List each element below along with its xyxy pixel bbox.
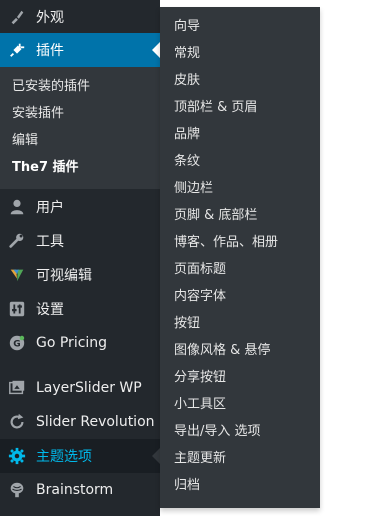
flyout-buttons[interactable]: 按钮 <box>174 310 200 337</box>
flyout-general[interactable]: 常规 <box>174 40 200 67</box>
menu-theme-options-label: 主题选项 <box>36 449 92 465</box>
menu-users-label: 用户 <box>36 200 64 216</box>
submenu-editor[interactable]: 编辑 <box>12 128 38 154</box>
flyout-stripes[interactable]: 条纹 <box>174 148 200 175</box>
flyout-export-import-options[interactable]: 导出/导入 选项 <box>174 418 261 445</box>
menu-appearance[interactable]: 外观 <box>0 0 160 34</box>
menu-tools[interactable]: 工具 <box>0 224 160 258</box>
flyout-topbar-header[interactable]: 顶部栏 & 页眉 <box>174 94 257 121</box>
theme-options-flyout-menu: 向导 常规 皮肤 顶部栏 & 页眉 品牌 条纹 侧边栏 页脚 & 底部栏 博客、… <box>160 7 320 508</box>
menu-go-pricing[interactable]: G Go Pricing <box>0 326 160 360</box>
menu-settings[interactable]: 设置 <box>0 292 160 326</box>
flyout-content-fonts[interactable]: 内容字体 <box>174 283 226 310</box>
plugins-submenu: 已安装的插件 安装插件 编辑 The7 插件 <box>0 67 160 189</box>
go-pricing-icon: G <box>7 333 27 353</box>
plugin-icon <box>7 40 27 60</box>
user-icon <box>7 197 27 217</box>
svg-text:G: G <box>13 340 20 350</box>
flyout-wizard[interactable]: 向导 <box>174 13 200 40</box>
flyout-footer-bottombar[interactable]: 页脚 & 底部栏 <box>174 202 257 229</box>
submenu-installed-plugins[interactable]: 已安装的插件 <box>12 74 90 100</box>
flyout-theme-update[interactable]: 主题更新 <box>174 445 226 472</box>
menu-visual-composer-label: 可视编辑 <box>36 268 92 284</box>
menu-users[interactable]: 用户 <box>0 190 160 224</box>
refresh-icon <box>7 412 27 432</box>
menu-plugins[interactable]: 插件 <box>0 33 160 67</box>
menu-visual-composer[interactable]: 可视编辑 <box>0 258 160 292</box>
admin-sidebar: 外观 插件 已安装的插件 安装插件 编辑 The7 插件 用户 工具 可视编辑 <box>0 0 160 516</box>
flyout-share-buttons[interactable]: 分享按钮 <box>174 364 226 391</box>
menu-layerslider[interactable]: LayerSlider WP <box>0 371 160 405</box>
flyout-branding[interactable]: 品牌 <box>174 121 200 148</box>
flyout-page-title[interactable]: 页面标题 <box>174 256 226 283</box>
flyout-image-style-hover[interactable]: 图像风格 & 悬停 <box>174 337 270 364</box>
flyout-skin[interactable]: 皮肤 <box>174 67 200 94</box>
flyout-blog-portfolio-gallery[interactable]: 博客、作品、相册 <box>174 229 278 256</box>
menu-theme-options[interactable]: 主题选项 <box>0 439 160 473</box>
gear-icon <box>7 446 27 466</box>
submenu-add-plugins[interactable]: 安装插件 <box>12 101 64 127</box>
menu-appearance-label: 外观 <box>36 10 64 26</box>
settings-sliders-icon <box>7 299 27 319</box>
menu-brainstorm[interactable]: Brainstorm <box>0 473 160 507</box>
paintbrush-icon <box>7 7 27 27</box>
flyout-sidebar[interactable]: 侧边栏 <box>174 175 213 202</box>
menu-plugins-label: 插件 <box>36 43 64 59</box>
menu-slider-revolution[interactable]: Slider Revolution <box>0 405 160 439</box>
menu-slider-revolution-label: Slider Revolution <box>36 414 155 430</box>
menu-tools-label: 工具 <box>36 234 64 250</box>
brain-icon <box>7 480 27 500</box>
menu-go-pricing-label: Go Pricing <box>36 335 108 351</box>
visual-composer-icon <box>7 265 27 285</box>
layerslider-icon <box>7 378 27 398</box>
submenu-the7-plugins[interactable]: The7 插件 <box>12 155 79 181</box>
flyout-archives[interactable]: 归档 <box>174 472 200 499</box>
flyout-widget-areas[interactable]: 小工具区 <box>174 391 226 418</box>
menu-brainstorm-label: Brainstorm <box>36 482 114 498</box>
menu-settings-label: 设置 <box>36 302 64 318</box>
wrench-icon <box>7 231 27 251</box>
menu-layerslider-label: LayerSlider WP <box>36 380 142 396</box>
